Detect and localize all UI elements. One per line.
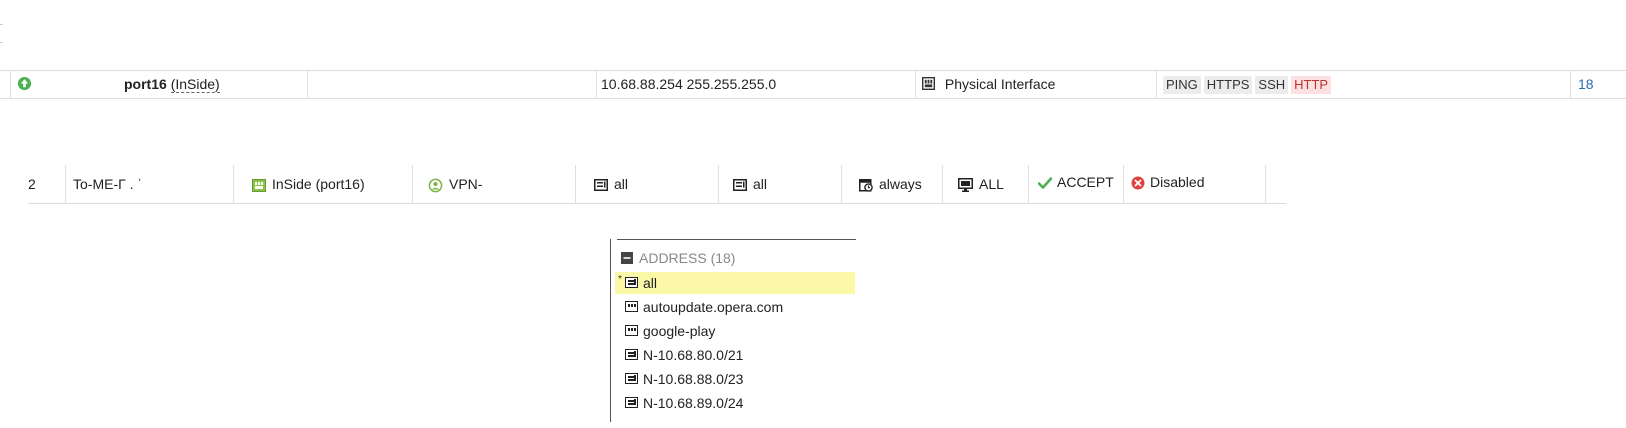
policy-col-divider — [718, 165, 719, 203]
policy-col-divider — [1265, 165, 1266, 203]
policy-col-divider — [575, 165, 576, 203]
vpn-tunnel-icon — [428, 178, 443, 193]
service-cell[interactable]: ALL — [958, 165, 1004, 203]
port-alias: (InSide) — [170, 76, 220, 93]
top-left-mark — [0, 24, 3, 25]
policy-row[interactable]: 2 To-ME-Г . ˈ InSide (port16) VPN- all a… — [28, 165, 1286, 203]
fqdn-address-icon — [625, 301, 638, 312]
policy-col-divider — [1028, 165, 1029, 203]
outgoing-interface-label: VPN- — [449, 176, 483, 192]
dropdown-item-label: all — [643, 275, 658, 291]
address-dropdown[interactable]: ADDRESS (18) * all autoupdate.opera.com … — [610, 239, 857, 422]
nat-label: Disabled — [1150, 174, 1205, 190]
source-label: all — [614, 176, 629, 192]
policy-col-divider — [65, 165, 66, 203]
check-icon — [1038, 177, 1052, 190]
dropdown-item-label: N-10.68.80.0/21 — [643, 347, 744, 363]
address-icon — [625, 349, 638, 360]
physical-interface-icon — [922, 77, 935, 91]
policy-col-divider — [1123, 165, 1124, 203]
outgoing-interface-cell[interactable]: VPN- — [428, 165, 482, 203]
dropdown-item-n-10-68-89-0-24[interactable]: N-10.68.89.0/24 — [615, 392, 855, 414]
policy-col-divider — [233, 165, 234, 203]
service-monitor-icon — [958, 178, 973, 193]
policy-id: 2 — [28, 176, 36, 192]
schedule-label: always — [879, 176, 922, 192]
dropdown-item-label: autoupdate.opera.com — [643, 299, 784, 315]
address-icon — [625, 397, 638, 408]
dropdown-item-all[interactable]: * all — [615, 272, 855, 294]
action-cell[interactable]: ACCEPT — [1038, 163, 1114, 201]
policy-name[interactable]: To-ME-Г . ˈ — [73, 165, 142, 203]
schedule-cell[interactable]: always — [859, 165, 922, 203]
policy-col-divider — [412, 165, 413, 203]
service-label: ALL — [979, 176, 1004, 192]
type-cell: Physical Interface — [922, 70, 1055, 98]
source-cell[interactable]: all — [594, 165, 628, 203]
incoming-interface-cell[interactable]: InSide (port16) — [252, 165, 365, 203]
access-ssh: SSH — [1255, 76, 1289, 94]
port-name: port16 — [124, 76, 167, 92]
destination-label: all — [753, 176, 768, 192]
nat-cell[interactable]: Disabled — [1131, 163, 1204, 201]
dropdown-item-label: N-10.68.88.0/23 — [643, 371, 744, 387]
policy-col-divider — [841, 165, 842, 203]
policy-col-divider — [942, 165, 943, 203]
dropdown-item-label: N-10.68.89.0/24 — [643, 395, 744, 411]
arrow-up-circle-icon — [17, 77, 32, 91]
ip-netmask: 10.68.88.254 255.255.255.0 — [601, 76, 777, 92]
type-label: Physical Interface — [944, 76, 1056, 92]
schedule-clock-icon — [859, 178, 873, 192]
dropdown-item-n-10-68-88-0-23[interactable]: N-10.68.88.0/23 — [615, 368, 855, 390]
address-icon — [625, 277, 638, 288]
iface-row-bottom-border — [0, 98, 1626, 99]
address-icon — [625, 373, 638, 384]
ref-count[interactable]: 18 — [1578, 70, 1594, 98]
dropdown-item-autoupdate[interactable]: autoupdate.opera.com — [615, 296, 855, 318]
access-ping: PING — [1163, 76, 1201, 94]
top-left-mark — [0, 42, 3, 43]
address-group-label: ADDRESS (18) — [639, 250, 736, 266]
destination-cell[interactable]: all — [733, 165, 767, 203]
access-http: HTTP — [1291, 76, 1332, 94]
dropdown-item-n-10-68-80-0-21[interactable]: N-10.68.80.0/21 — [615, 344, 855, 366]
network-port-icon — [252, 178, 266, 192]
policy-row-bottom-border — [28, 203, 1286, 204]
fqdn-address-icon — [625, 325, 638, 336]
action-label: ACCEPT — [1057, 174, 1114, 190]
dropdown-item-label: google-play — [643, 323, 716, 339]
selected-mark: * — [618, 274, 622, 285]
address-icon — [594, 179, 608, 192]
status-cell — [17, 70, 32, 98]
port-name-cell[interactable]: port16 (InSide) — [124, 70, 220, 98]
address-group-header[interactable]: ADDRESS (18) — [621, 247, 735, 269]
address-icon — [733, 179, 747, 192]
dropdown-item-google-play[interactable]: google-play — [615, 320, 855, 342]
collapse-minus-icon[interactable] — [621, 251, 633, 264]
disabled-x-icon — [1131, 176, 1145, 190]
interface-row[interactable]: port16 (InSide) 10.68.88.254 255.255.255… — [0, 70, 1626, 98]
incoming-interface-label: InSide (port16) — [272, 176, 365, 192]
access-cell: PING HTTPS SSH HTTP — [1163, 70, 1334, 98]
access-https: HTTPS — [1203, 76, 1253, 94]
